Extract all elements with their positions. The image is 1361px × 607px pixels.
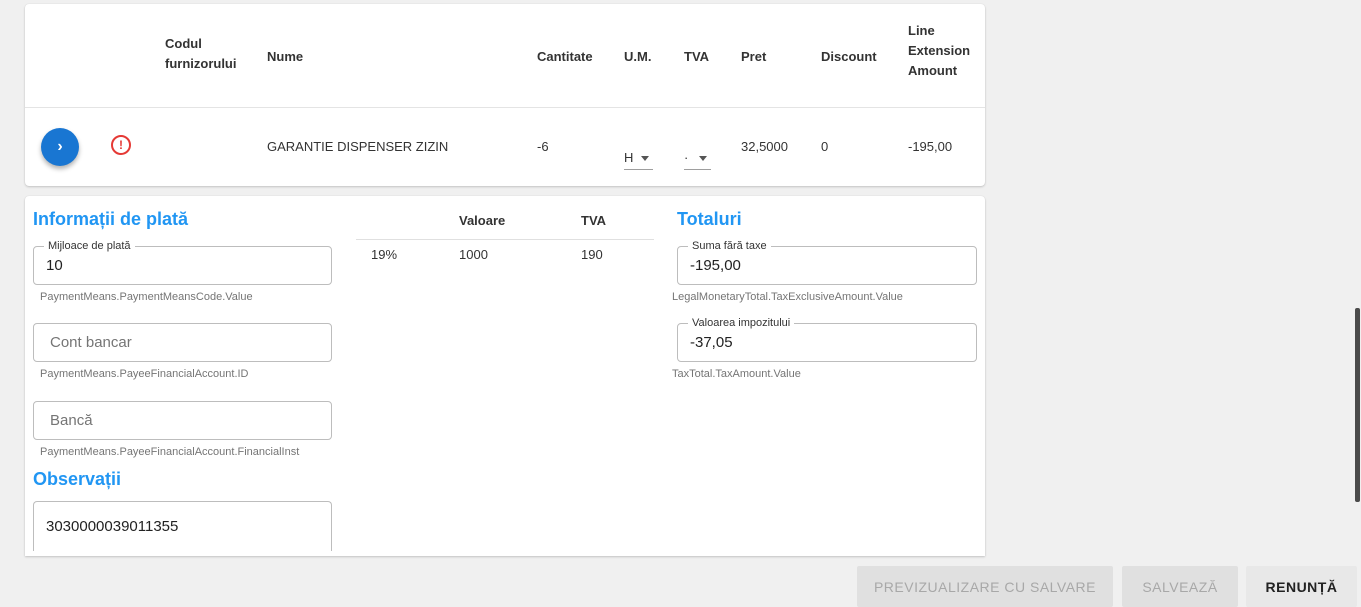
col-header-line-extension: Line Extension Amount xyxy=(908,23,971,78)
notes-input[interactable]: 3030000039011355 xyxy=(33,501,332,551)
preview-save-button[interactable]: PREVIZUALIZARE CU SALVARE xyxy=(857,566,1113,607)
tax-amount-label: Valoarea impozitului xyxy=(688,316,795,330)
notes-value: 3030000039011355 xyxy=(46,518,179,535)
bank-helper: PaymentMeans.PayeeFinancialAccount.Finan… xyxy=(40,446,300,458)
caret-down-icon xyxy=(699,156,707,161)
unit-select[interactable]: H xyxy=(624,144,653,170)
payment-means-value: 10 xyxy=(46,257,63,274)
col-header-unit: U.M. xyxy=(624,49,652,64)
line-price[interactable]: 32,5000 xyxy=(741,138,788,156)
bank-account-helper: PaymentMeans.PayeeFinancialAccount.ID xyxy=(40,368,249,380)
payment-means-helper: PaymentMeans.PaymentMeansCode.Value xyxy=(40,291,253,303)
cancel-button[interactable]: RENUNȚĂ xyxy=(1246,566,1357,607)
chevron-right-icon: › xyxy=(57,138,63,155)
notes-title: Observații xyxy=(33,469,122,489)
line-name: GARANTIE DISPENSER ZIZIN xyxy=(267,139,449,154)
tax-exclusive-field[interactable]: Suma fără taxe -195,00 xyxy=(677,239,977,285)
vat-rate: 19% xyxy=(371,247,398,262)
page-scrollbar[interactable] xyxy=(1355,308,1360,502)
invoice-lines-table: Codul furnizorului Nume Cantitate U.M. T… xyxy=(25,4,985,186)
tax-exclusive-helper: LegalMonetaryTotal.TaxExclusiveAmount.Va… xyxy=(672,291,903,303)
vat-amount: 190 xyxy=(581,247,603,262)
vat-select[interactable]: · xyxy=(684,144,711,170)
bank-account-input[interactable]: Cont bancar xyxy=(33,323,332,362)
bank-input[interactable]: Bancă xyxy=(33,401,332,440)
payment-info-title: Informații de plată xyxy=(33,209,189,229)
col-header-quantity: Cantitate xyxy=(537,49,593,64)
tax-amount-helper: TaxTotal.TaxAmount.Value xyxy=(672,368,801,380)
tax-exclusive-value: -195,00 xyxy=(690,257,741,274)
line-quantity[interactable]: -6 xyxy=(537,138,549,156)
payment-means-field[interactable]: Mijloace de plată 10 xyxy=(33,239,332,285)
bank-account-placeholder: Cont bancar xyxy=(50,334,132,351)
col-header-discount: Discount xyxy=(821,49,877,64)
save-button[interactable]: SALVEAZĂ xyxy=(1122,566,1238,607)
totals-title: Totaluri xyxy=(677,209,742,229)
vat-header-divider xyxy=(356,239,654,240)
header-divider xyxy=(25,107,985,108)
col-header-price: Pret xyxy=(741,49,767,64)
caret-down-icon xyxy=(641,156,649,161)
tax-amount-field[interactable]: Valoarea impozitului -37,05 xyxy=(677,316,977,362)
line-extension-amount: -195,00 xyxy=(908,139,953,154)
vat-base-value: 1000 xyxy=(459,247,488,262)
vat-col-header-value: Valoare xyxy=(459,213,506,228)
tax-amount-value: -37,05 xyxy=(690,334,733,351)
col-header-supplier-code: Codul furnizorului xyxy=(165,36,237,71)
unit-value: H xyxy=(624,150,634,165)
col-header-name: Nume xyxy=(267,49,304,64)
expand-row-button[interactable]: › xyxy=(41,128,79,166)
vat-value: · xyxy=(684,150,689,165)
vat-col-header-vat: TVA xyxy=(581,213,607,228)
tax-exclusive-label: Suma fără taxe xyxy=(688,239,771,253)
payment-totals-panel: Informații de plată Mijloace de plată 10… xyxy=(25,196,985,556)
line-discount[interactable]: 0 xyxy=(821,138,828,156)
alert-circle-icon: ! xyxy=(111,135,131,155)
bank-placeholder: Bancă xyxy=(50,412,93,429)
col-header-vat: TVA xyxy=(684,49,710,64)
payment-means-label: Mijloace de plată xyxy=(44,239,135,253)
